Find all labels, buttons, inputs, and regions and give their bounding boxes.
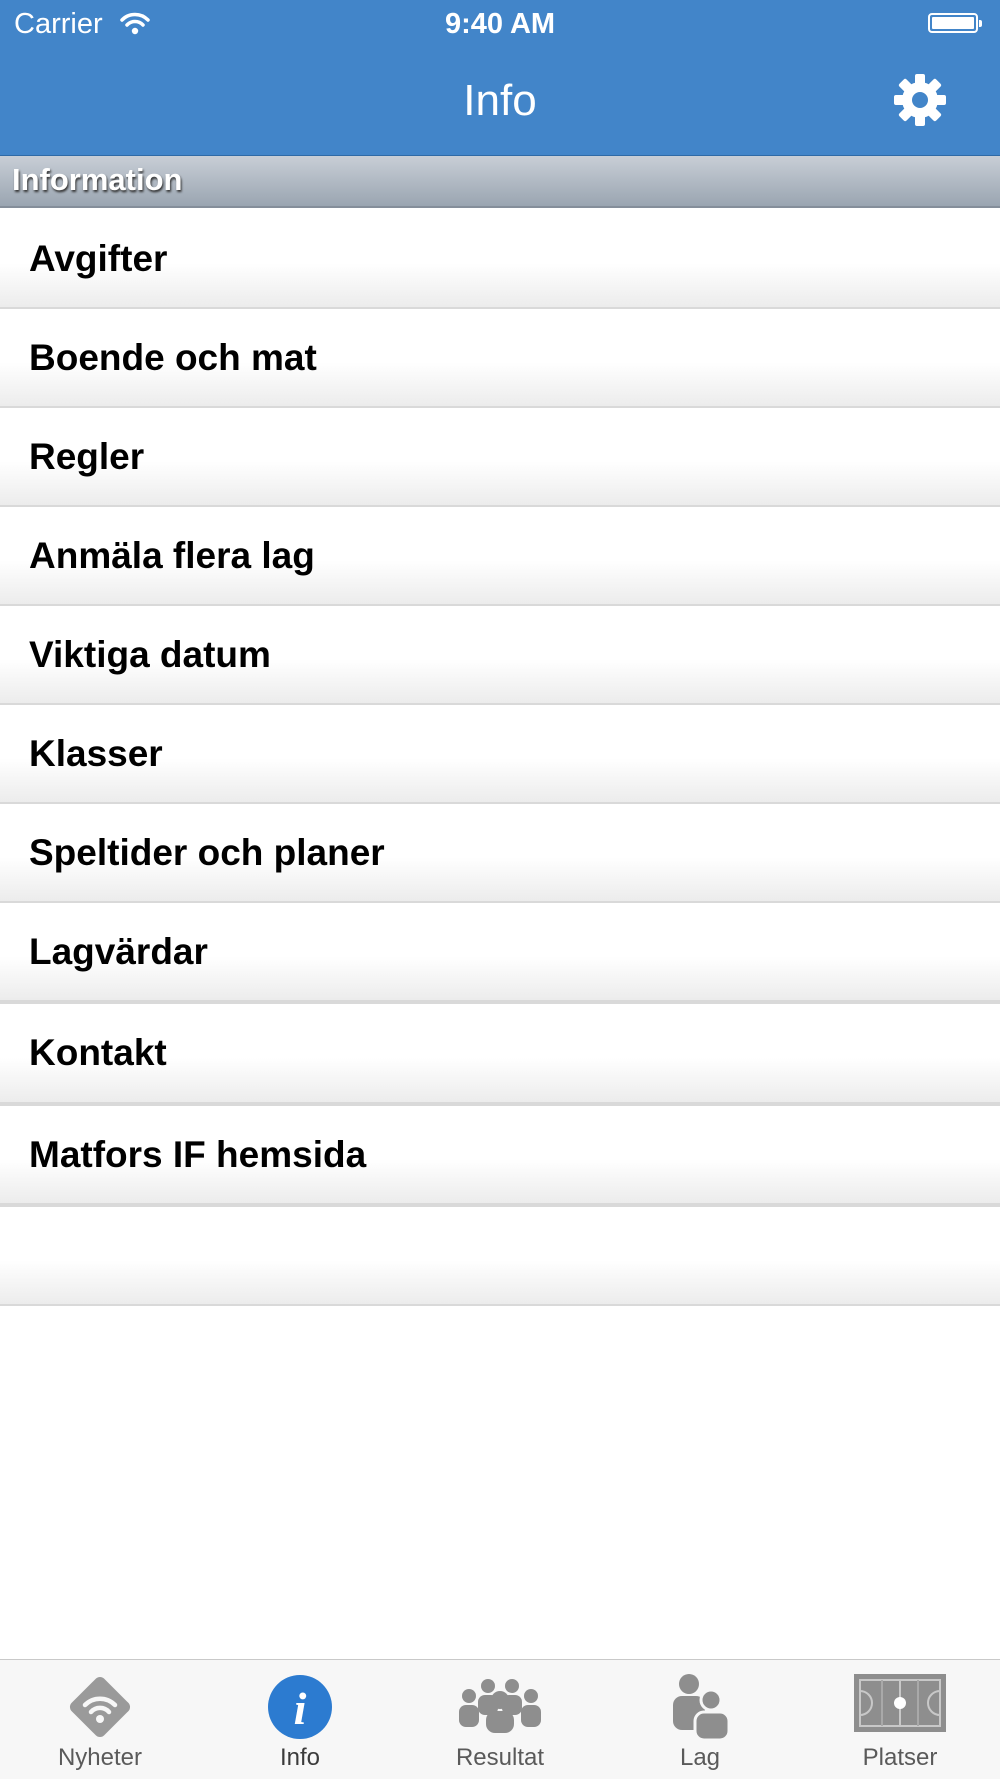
list-item-label: Kontakt bbox=[29, 1032, 167, 1073]
navigation-bar: Carrier 9:40 AM Info bbox=[0, 0, 1000, 156]
tab-resultat[interactable]: Resultat bbox=[400, 1660, 600, 1779]
list-item-label: Speltider och planer bbox=[29, 832, 385, 873]
page-title: Info bbox=[463, 76, 537, 125]
tab-nyheter[interactable]: Nyheter bbox=[0, 1660, 200, 1779]
team-icon bbox=[673, 1674, 731, 1742]
info-list: Avgifter Boende och mat Regler Anmäla fl… bbox=[0, 210, 1000, 1306]
list-item-label: Avgifter bbox=[29, 238, 168, 279]
list-item-label: Klasser bbox=[29, 733, 163, 774]
list-item-matfors-if-hemsida[interactable]: Matfors IF hemsida bbox=[0, 1106, 1000, 1207]
list-item-klasser[interactable]: Klasser bbox=[0, 705, 1000, 804]
empty-row bbox=[0, 1207, 1000, 1306]
tab-label: Nyheter bbox=[57, 1744, 143, 1771]
list-item-label: Regler bbox=[29, 436, 145, 477]
list-item-lagvardar[interactable]: Lagvärdar bbox=[0, 903, 1000, 1004]
list-item-kontakt[interactable]: Kontakt bbox=[0, 1004, 1000, 1106]
tab-lag[interactable]: Lag bbox=[600, 1660, 800, 1779]
section-header: Information bbox=[0, 156, 1000, 208]
svg-text:i: i bbox=[294, 1683, 307, 1734]
list-item-avgifter[interactable]: Avgifter bbox=[0, 210, 1000, 309]
list-item-viktiga-datum[interactable]: Viktiga datum bbox=[0, 606, 1000, 705]
battery-icon bbox=[928, 13, 982, 33]
list-item-anmala-flera-lag[interactable]: Anmäla flera lag bbox=[0, 507, 1000, 606]
tab-platser[interactable]: Platser bbox=[800, 1660, 1000, 1779]
status-bar: Carrier 9:40 AM bbox=[0, 0, 1000, 50]
field-icon bbox=[854, 1674, 946, 1732]
list-item-speltider-och-planer[interactable]: Speltider och planer bbox=[0, 804, 1000, 903]
status-time: 9:40 AM bbox=[444, 8, 556, 40]
tab-label: Lag bbox=[679, 1744, 721, 1771]
info-icon: i bbox=[268, 1675, 332, 1739]
tab-info[interactable]: i Info bbox=[200, 1660, 400, 1779]
list-item-label: Lagvärdar bbox=[29, 931, 208, 972]
list-item-label: Anmäla flera lag bbox=[29, 535, 315, 576]
tab-label: Resultat bbox=[455, 1744, 545, 1771]
list-item-label: Boende och mat bbox=[29, 337, 317, 378]
gear-icon[interactable] bbox=[890, 70, 950, 130]
tab-label: Info bbox=[279, 1744, 321, 1771]
section-title: Information bbox=[12, 162, 183, 197]
list-item-regler[interactable]: Regler bbox=[0, 408, 1000, 507]
people-group-icon bbox=[459, 1679, 541, 1733]
tab-bar: Nyheter i Info Resultat Lag Platser bbox=[0, 1659, 1000, 1779]
news-feed-icon bbox=[69, 1676, 131, 1738]
list-item-label: Viktiga datum bbox=[29, 634, 271, 675]
tab-label: Platser bbox=[862, 1744, 938, 1771]
list-item-boende-och-mat[interactable]: Boende och mat bbox=[0, 309, 1000, 408]
list-item-label: Matfors IF hemsida bbox=[29, 1134, 367, 1175]
